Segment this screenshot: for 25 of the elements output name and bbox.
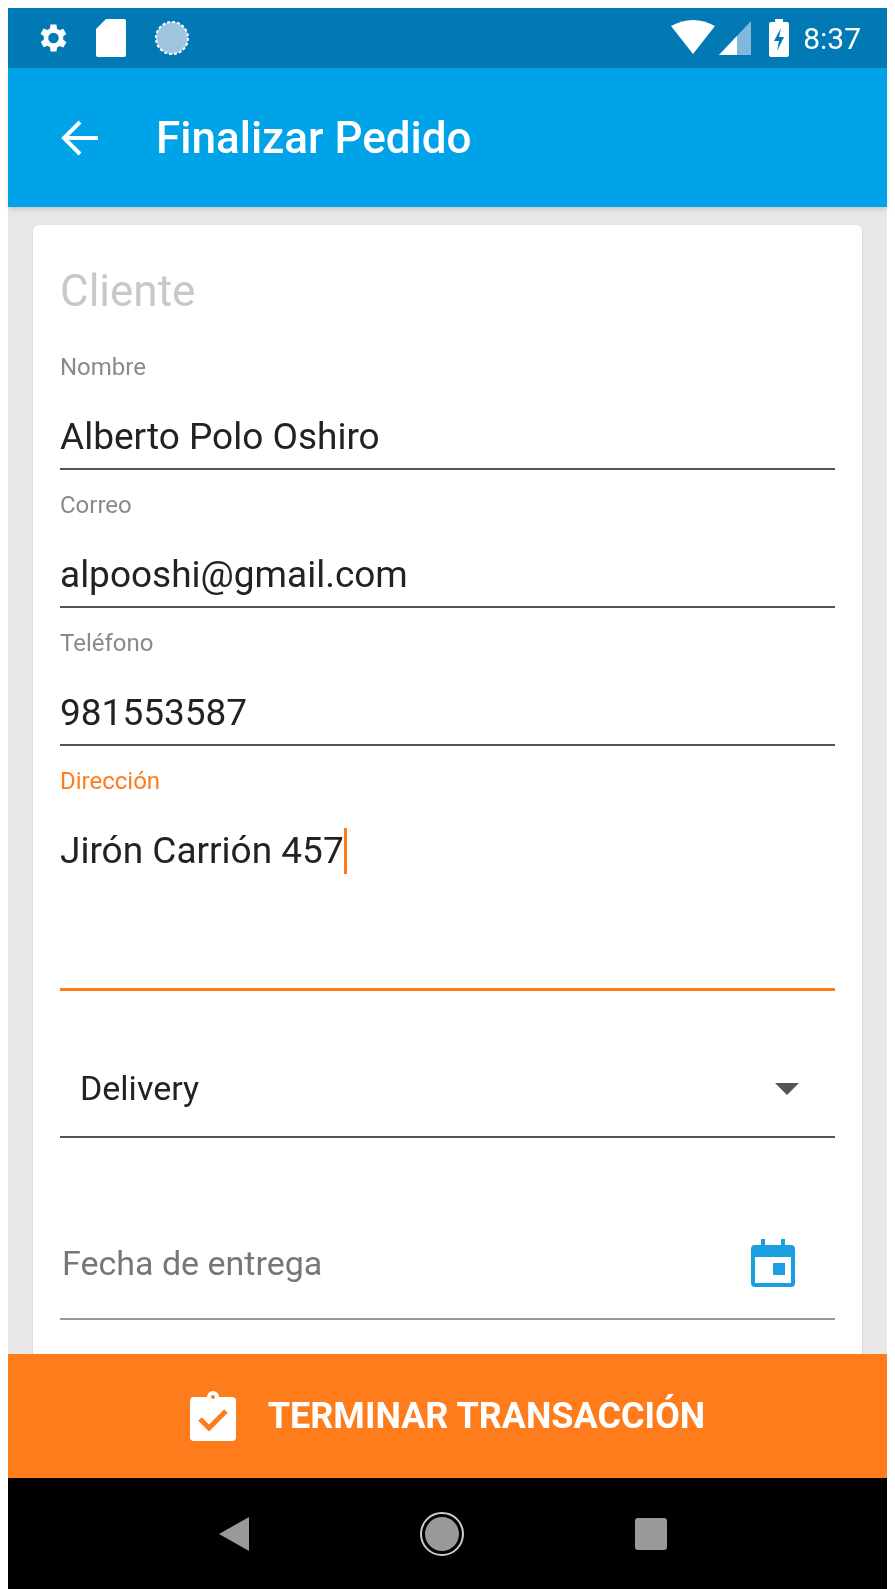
square-icon[interactable]: [634, 1517, 667, 1550]
clipboard-check-icon: [189, 1391, 236, 1441]
sd-card-icon: [96, 19, 126, 57]
signal-icon: [719, 21, 752, 55]
screen-title: Finalizar Pedido: [156, 110, 472, 166]
text-cursor: [343, 828, 347, 874]
calendar-icon: [751, 1239, 795, 1287]
loading-circle-icon: [154, 20, 190, 56]
field-label: Teléfono: [60, 628, 155, 658]
battery-charging-icon: [769, 19, 790, 57]
field-label: Correo: [60, 490, 133, 520]
delivery-dropdown[interactable]: Delivery: [60, 991, 835, 1138]
clock-time: 8:37: [803, 19, 861, 58]
field-label: Dirección: [60, 766, 162, 796]
date-field[interactable]: Fecha de entrega: [60, 1138, 835, 1320]
field-label: Nombre: [60, 352, 147, 382]
back-arrow-icon: [60, 119, 100, 156]
text-field[interactable]: Jirón Carrión 457: [60, 826, 835, 991]
text-field[interactable]: 981553587: [60, 688, 835, 746]
home-circle-icon[interactable]: [418, 1510, 465, 1557]
wifi-icon: [671, 20, 716, 56]
dropdown-caret-icon: [775, 1082, 799, 1095]
text-field[interactable]: Alberto Polo Oshiro: [60, 412, 835, 470]
text-field[interactable]: alpooshi@gmail.com: [60, 550, 835, 608]
back-triangle-icon[interactable]: [218, 1516, 249, 1551]
